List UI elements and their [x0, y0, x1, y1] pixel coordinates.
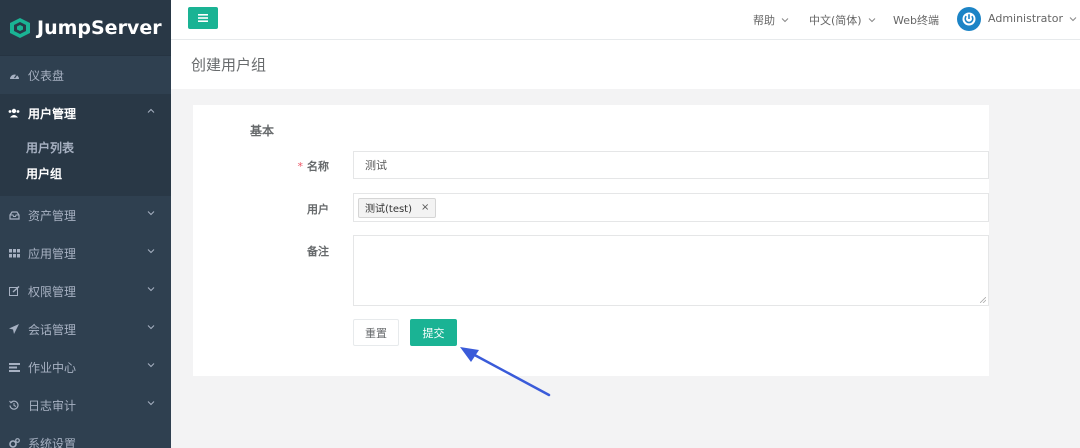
sidebar-item-label: 用户管理 — [28, 106, 77, 121]
sidebar: JumpServer 仪表盘 用户管理 用户列表 用户组 资产管理 应用管理 权… — [0, 0, 171, 448]
comment-textarea[interactable] — [353, 235, 989, 306]
sidebar-item-label: 作业中心 — [28, 360, 77, 375]
sidebar-subitem-label: 用户组 — [26, 166, 63, 181]
chevron-down-icon — [147, 211, 155, 216]
help-menu[interactable]: 帮助 — [753, 12, 789, 28]
menu-toggle-button[interactable] — [188, 7, 218, 29]
chevron-down-icon — [147, 363, 155, 368]
logo[interactable]: JumpServer — [0, 0, 171, 56]
edit-icon — [8, 285, 20, 297]
language-label: 中文(简体) — [809, 14, 862, 27]
sidebar-subitem-user-list[interactable]: 用户列表 — [0, 134, 171, 160]
selected-user-tag: 测试(test) × — [358, 197, 437, 218]
web-terminal-label: Web终端 — [893, 14, 939, 27]
jumpserver-logo-icon — [10, 17, 30, 38]
grid-icon — [8, 247, 20, 259]
dashboard-icon — [8, 69, 20, 81]
tasks-icon — [8, 361, 20, 373]
users-multiselect[interactable]: 测试(test) × — [353, 193, 989, 222]
page-heading: 创建用户组 — [171, 39, 1080, 89]
user-management-submenu: 用户列表 用户组 — [0, 132, 171, 196]
help-label: 帮助 — [753, 14, 775, 27]
name-label: * 名称 — [249, 158, 330, 174]
sidebar-item-dashboard[interactable]: 仪表盘 — [0, 56, 171, 94]
top-navbar: 帮助 中文(简体) Web终端 Administrator — [171, 0, 1080, 39]
chevron-down-icon — [147, 401, 155, 406]
avatar[interactable] — [957, 7, 981, 31]
chevron-down-icon — [147, 249, 155, 254]
sidebar-item-settings[interactable]: 系统设置 — [0, 424, 171, 448]
sidebar-item-label: 日志审计 — [28, 398, 77, 413]
sidebar-item-assets[interactable]: 资产管理 — [0, 196, 171, 234]
sidebar-item-sessions[interactable]: 会话管理 — [0, 310, 171, 348]
chevron-down-icon — [147, 325, 155, 330]
sidebar-subitem-label: 用户列表 — [26, 140, 75, 155]
logo-text: JumpServer — [37, 16, 162, 39]
submit-button-label: 提交 — [422, 326, 445, 340]
sidebar-item-applications[interactable]: 应用管理 — [0, 234, 171, 272]
sidebar-item-label: 资产管理 — [28, 208, 77, 223]
section-title: 基本 — [250, 124, 275, 138]
sidebar-item-audit-logs[interactable]: 日志审计 — [0, 386, 171, 424]
inbox-icon — [8, 209, 20, 221]
gears-icon — [8, 437, 20, 448]
hamburger-icon — [198, 14, 208, 22]
sidebar-item-label: 会话管理 — [28, 322, 77, 337]
sidebar-item-permissions[interactable]: 权限管理 — [0, 272, 171, 310]
name-input-value: 测试 — [365, 159, 387, 172]
user-menu[interactable]: Administrator — [988, 12, 1077, 25]
comment-label: 备注 — [249, 243, 329, 259]
required-mark: * — [297, 160, 304, 173]
comment-label-text: 备注 — [307, 245, 329, 258]
submit-button[interactable]: 提交 — [410, 319, 457, 346]
sidebar-item-label: 应用管理 — [28, 246, 77, 261]
chevron-down-icon — [868, 18, 875, 23]
selected-user-label: 测试(test) — [365, 204, 413, 215]
history-icon — [8, 399, 20, 411]
form-panel: 基本 * 名称 测试 用户 测试(test) × 备注 重置 提交 — [193, 105, 989, 376]
sidebar-item-label: 权限管理 — [28, 284, 77, 299]
sidebar-subitem-user-groups[interactable]: 用户组 — [0, 160, 171, 186]
chevron-down-icon — [781, 18, 789, 23]
chevron-up-icon — [147, 108, 155, 113]
reset-button[interactable]: 重置 — [353, 319, 399, 346]
chevron-down-icon — [1069, 16, 1077, 21]
sidebar-item-user-management[interactable]: 用户管理 — [0, 94, 171, 132]
power-icon — [962, 12, 976, 26]
users-label-text: 用户 — [307, 203, 329, 216]
resize-grip-icon[interactable] — [980, 297, 986, 303]
page-title: 创建用户组 — [191, 56, 267, 74]
users-label: 用户 — [249, 201, 329, 217]
reset-button-label: 重置 — [365, 326, 387, 340]
name-input[interactable]: 测试 — [353, 151, 989, 179]
chevron-down-icon — [147, 287, 155, 292]
sidebar-item-job-center[interactable]: 作业中心 — [0, 348, 171, 386]
username-label: Administrator — [988, 12, 1063, 25]
name-label-text: 名称 — [307, 160, 329, 173]
language-menu[interactable]: 中文(简体) — [809, 12, 876, 28]
sidebar-item-label: 仪表盘 — [28, 68, 65, 83]
remove-tag-button[interactable]: × — [421, 202, 429, 213]
users-icon — [8, 107, 20, 119]
web-terminal-link[interactable]: Web终端 — [893, 12, 939, 28]
sidebar-item-label: 系统设置 — [28, 436, 77, 448]
rocket-icon — [8, 323, 20, 335]
